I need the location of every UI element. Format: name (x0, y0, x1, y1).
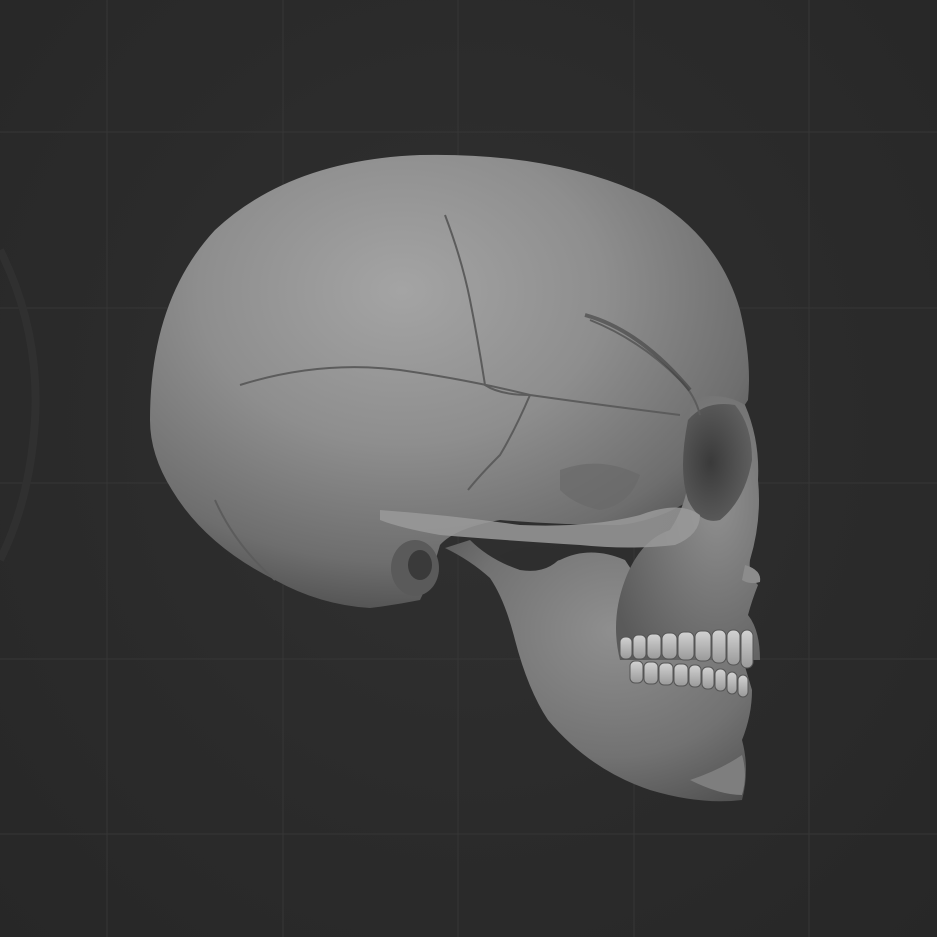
ear-canal-hole (408, 550, 432, 580)
tooth (632, 634, 647, 660)
3d-viewport[interactable] (0, 0, 937, 937)
tooth (629, 660, 644, 684)
tooth (737, 674, 749, 698)
tooth (726, 671, 738, 695)
tooth (661, 632, 678, 660)
tooth (677, 631, 695, 661)
nasal-spine (742, 565, 761, 584)
viewport-canvas[interactable] (0, 0, 937, 937)
tooth (740, 629, 754, 669)
tooth (643, 661, 659, 685)
tooth (619, 636, 633, 660)
tooth (694, 630, 712, 662)
tooth (711, 629, 727, 664)
tooth (688, 664, 702, 688)
tooth (714, 668, 727, 692)
tooth (701, 666, 715, 690)
ghost-silhouette (0, 248, 40, 562)
tooth (646, 633, 662, 660)
tooth (673, 663, 689, 687)
skull-model[interactable] (150, 154, 761, 802)
tooth (658, 662, 674, 686)
tooth (726, 629, 741, 666)
